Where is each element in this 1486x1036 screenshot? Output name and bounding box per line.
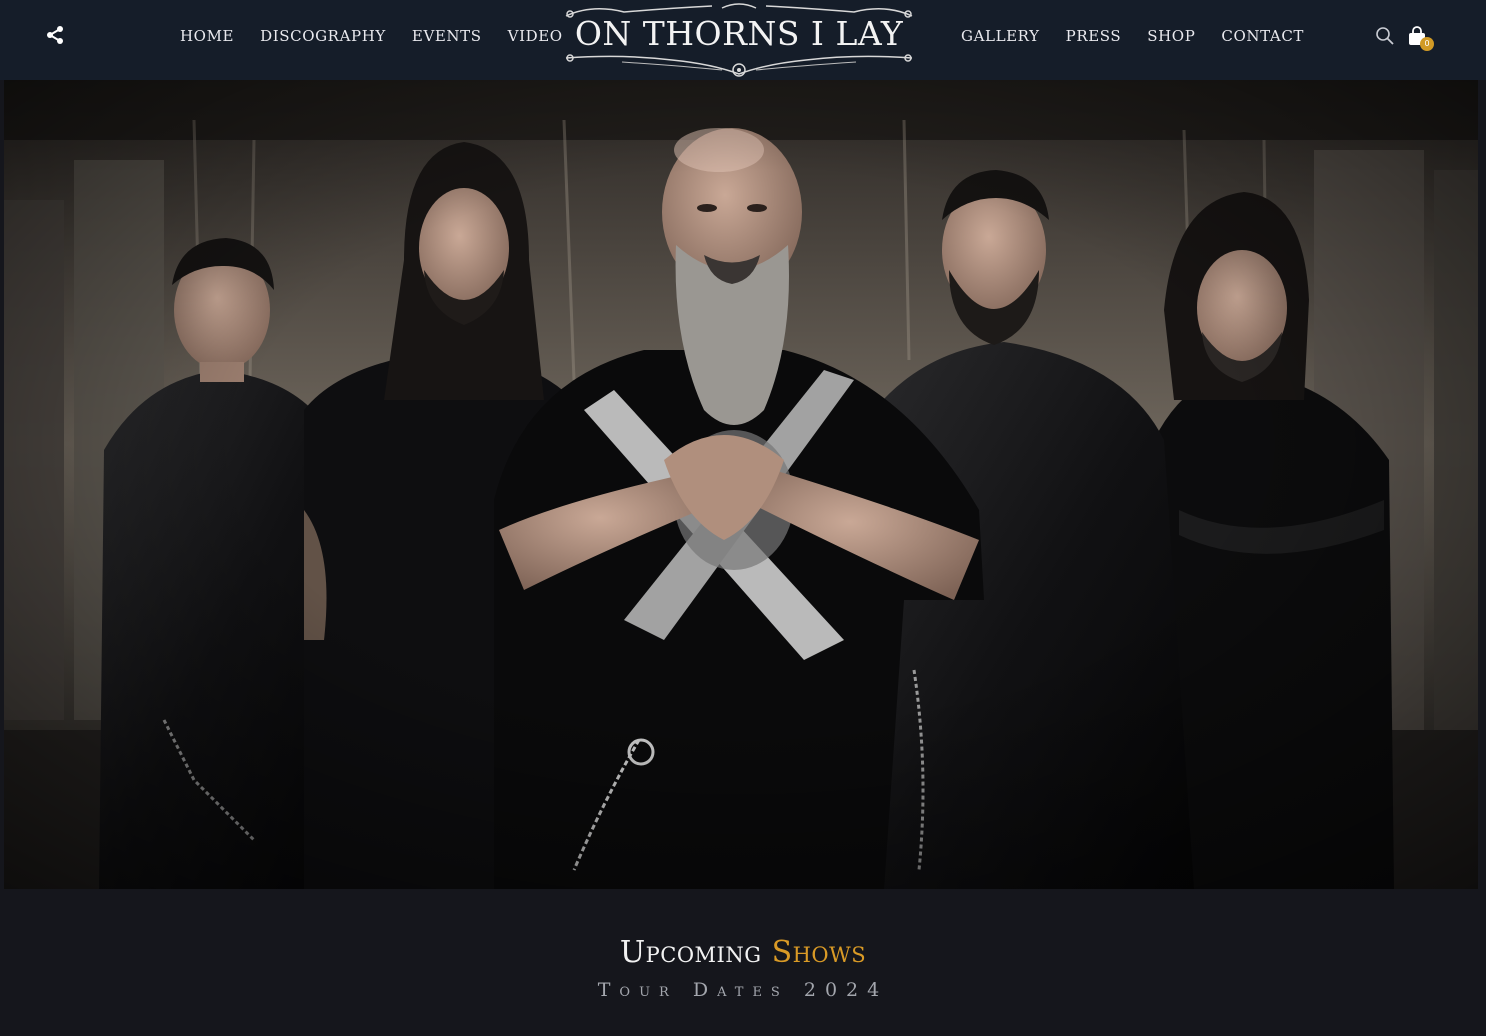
site-logo[interactable]: ON THORNS I LAY — [562, 0, 916, 78]
nav-gallery[interactable]: Gallery — [961, 26, 1040, 46]
upcoming-shows-heading: Upcoming Shows — [0, 932, 1486, 974]
nav-discography[interactable]: Discography — [260, 26, 386, 46]
search-icon[interactable] — [1375, 26, 1395, 46]
cart-button[interactable]: 0 — [1407, 26, 1437, 54]
heading-word-shows: Shows — [771, 935, 867, 970]
main-nav-right: Gallery Press Shop Contact — [961, 26, 1304, 46]
tour-dates-subtitle: Tour Dates 2024 — [597, 979, 889, 1001]
logo-wordmark: ON THORNS I LAY — [574, 14, 904, 53]
nav-contact[interactable]: Contact — [1221, 26, 1304, 46]
heading-word-upcoming: Upcoming — [619, 935, 762, 970]
share-icon[interactable] — [44, 24, 66, 46]
cart-count-badge: 0 — [1420, 37, 1434, 51]
nav-press[interactable]: Press — [1066, 26, 1122, 46]
nav-home[interactable]: Home — [180, 26, 234, 46]
nav-shop[interactable]: Shop — [1147, 26, 1195, 46]
nav-video[interactable]: Video — [508, 26, 563, 46]
band-photo — [4, 80, 1478, 889]
site-header: Home Discography Events Video ON THORNS … — [0, 0, 1486, 80]
main-nav-left: Home Discography Events Video — [180, 26, 563, 46]
nav-events[interactable]: Events — [412, 26, 482, 46]
hero-band-photo — [4, 80, 1478, 889]
